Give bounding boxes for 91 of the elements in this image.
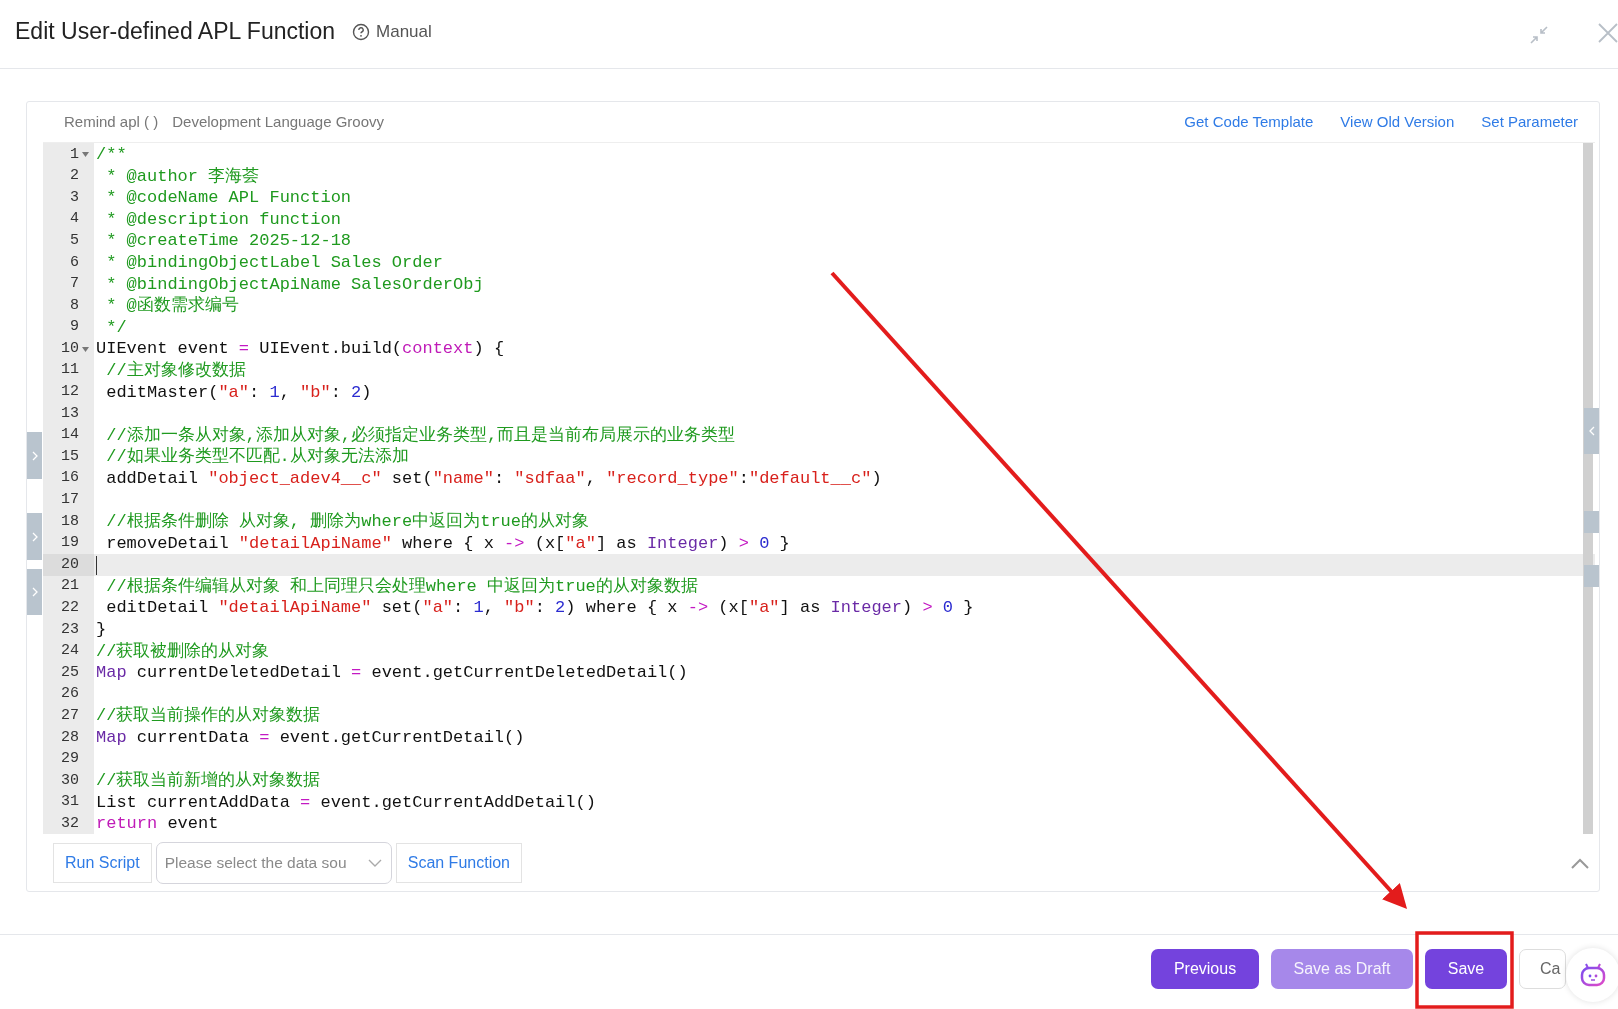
line-number: 32 [61,813,79,834]
code-line: /** [96,144,127,166]
panel-handle[interactable] [1584,408,1599,454]
code-line: * @createTime 2025-12-18 [105,230,352,252]
chevron-right-icon [31,587,38,597]
line-number: 28 [61,727,79,748]
editor-info-text: Development Language Groovy [172,111,384,132]
cancel-button[interactable]: Ca [1519,949,1566,989]
line-number: 12 [61,382,79,403]
chevron-up-icon[interactable] [1571,857,1589,869]
panel-handle[interactable] [27,432,42,479]
code-line: */ [105,316,127,339]
line-number: 17 [61,490,79,511]
line-number: 31 [61,792,79,813]
line-number: 25 [61,662,79,683]
code-line: UIEvent event = UIEvent.build(context) { [96,338,505,360]
panel-handle[interactable] [27,569,42,615]
chevron-right-icon [31,531,38,542]
scan-function-button[interactable]: Scan Function [395,843,522,883]
code-line: * @函数需求编号 [105,295,239,317]
line-number: 1 [70,144,79,165]
code-line: //根据条件删除 从对象, 删除为where中返回为true的从对象 [105,511,590,533]
line-number: 21 [61,576,79,597]
code-line: //如果业务类型不匹配.从对象无法添加 [105,446,409,468]
line-number: 5 [70,230,79,251]
header-link[interactable]: Set Parameter [1481,110,1578,134]
line-number: 14 [61,425,79,446]
line-number: 20 [61,554,79,575]
panel-handle[interactable] [1584,565,1599,587]
run-script-button[interactable]: Run Script [53,843,152,883]
robot-icon [1580,963,1606,987]
line-number: 6 [70,252,79,273]
editor-info-text: Remind apl ( ) [64,111,159,132]
line-number: 19 [61,533,79,554]
code-line: addDetail "object_adev4__c" set("name": "sdfaa", "record_type":"default__c") [105,467,882,490]
footer-button[interactable]: Save [1425,949,1507,989]
help-icon [352,23,371,41]
close-icon[interactable] [1597,22,1618,44]
chevron-down-icon [367,859,382,867]
code-line: //添加一条从对象,添加从对象,必须指定业务类型,而且是当前布局展示的业务类型 [105,424,736,447]
line-number: 4 [70,209,79,230]
chevron-right-icon [31,450,38,461]
collapse-icon[interactable] [1529,25,1549,45]
line-number: 18 [61,511,79,532]
code-line: * @description function [105,208,341,231]
panel-handle[interactable] [1584,511,1599,533]
line-number: 7 [70,274,79,295]
code-line: * @author 李海荟 [105,165,260,188]
code-line: List currentAddData = event.getCurrentAddDetail() [96,791,596,814]
fold-icon[interactable] [82,346,89,352]
line-number: 30 [61,770,79,791]
code-line: //主对象修改数据 [105,359,246,382]
data-source-select[interactable]: Please select the data sou [155,842,392,884]
manual-link[interactable]: Manual [352,19,432,45]
line-number: 24 [61,641,79,662]
code-line: Map currentData = event.getCurrentDetail() [96,727,525,749]
line-number: 10 [61,338,79,359]
line-number: 15 [61,446,79,467]
code-line: removeDetail "detailApiName" where { x -> (x["a"] as Integer) > 0 } [105,532,790,555]
panel-handle[interactable] [27,513,42,560]
line-number: 27 [61,706,79,726]
line-number: 8 [70,295,79,316]
code-line: //获取当前新增的从对象数据 [96,770,321,792]
line-number: 11 [61,360,79,381]
header-link[interactable]: View Old Version [1340,110,1455,134]
chevron-left-icon [1588,426,1595,436]
code-line: Map currentDeletedDetail = event.getCurrentDeletedDetail() [96,662,688,684]
line-number: 26 [61,684,79,705]
line-number: 13 [61,403,79,424]
fold-icon[interactable] [82,152,89,158]
code-line: //根据条件编辑从对象 和上同理只会处理where 中返回为true的从对象数据 [105,575,698,598]
header-link[interactable]: Get Code Template [1184,110,1314,134]
code-line: * @bindingObjectApiName SalesOrderObj [105,273,484,296]
line-number: 2 [70,166,79,187]
line-number: 16 [61,468,79,489]
assistant-button[interactable] [1566,948,1618,1002]
code-line: //获取当前操作的从对象数据 [96,705,321,728]
line-number: 23 [61,619,79,640]
code-line: editDetail "detailApiName" set("a": 1, "b": 2) where { x -> (x["a"] as Integer) > 0 } [105,597,974,620]
code-line: //获取被删除的从对象 [96,640,270,663]
line-number: 22 [61,598,79,618]
code-line: return event [96,813,219,835]
line-number: 9 [70,317,79,338]
code-line: editMaster("a": 1, "b": 2) [105,381,372,404]
line-number: 3 [70,187,79,208]
line-number: 29 [61,749,79,770]
footer-button[interactable]: Previous [1151,949,1259,989]
code-line: * @bindingObjectLabel Sales Order [105,251,443,274]
code-line: } [96,619,107,641]
code-line: * @codeName APL Function [105,187,352,209]
dialog-title: Edit User-defined APL Function [15,16,336,46]
